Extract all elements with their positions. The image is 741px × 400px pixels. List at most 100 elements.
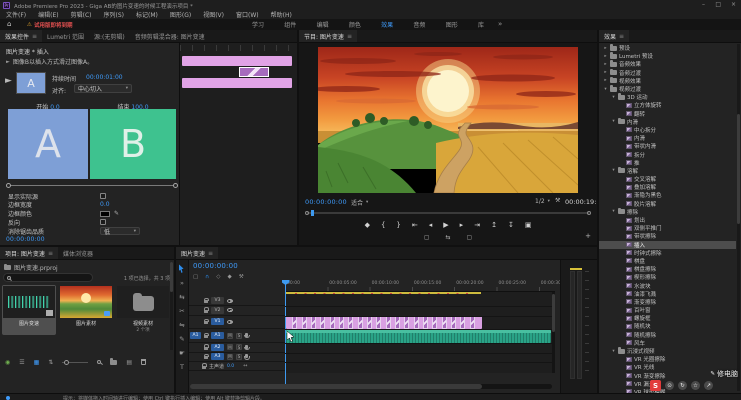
master-gain-value[interactable]: 0.0 (227, 364, 234, 369)
track-output-icon[interactable] (227, 320, 233, 324)
transition-clip-b-bar[interactable] (182, 78, 292, 88)
property-checkbox[interactable] (100, 219, 106, 225)
linked-selection-icon[interactable]: ◇ (216, 274, 220, 280)
program-current-timecode[interactable]: 00:00:00:00 (305, 198, 347, 206)
effects-folder-3D 运动[interactable]: ▾3D 运动 (599, 93, 736, 101)
effect-item-立方体旋转[interactable]: 立方体旋转 (599, 101, 736, 109)
eyedropper-icon[interactable]: ✎ (114, 210, 119, 217)
transition-box-a[interactable]: A (8, 109, 88, 179)
project-tab-0[interactable]: 项目: 图片变速≡ (0, 247, 58, 259)
video-track-header-V3[interactable]: V3 (189, 296, 285, 306)
twirl-icon[interactable]: ▾ (611, 168, 616, 173)
extract-icon[interactable]: ↧ (508, 221, 514, 229)
selection-tool[interactable] (179, 264, 186, 273)
mark-in-icon[interactable]: { (381, 221, 385, 229)
transition-preview-thumb[interactable]: A (16, 72, 46, 94)
effects-folder-视频效果[interactable]: ▸视频效果 (599, 77, 736, 85)
solo-button[interactable]: S (236, 344, 242, 350)
timeline-transition-block[interactable] (395, 316, 400, 329)
effects-tab-0[interactable]: 效果≡ (599, 30, 629, 42)
timeline-tab-0[interactable]: 图片变速≡ (176, 247, 218, 259)
track-lock-icon[interactable] (204, 310, 208, 313)
mute-button[interactable]: M (227, 344, 233, 350)
twirl-icon[interactable]: ▸ (603, 46, 608, 51)
source-patch[interactable] (190, 318, 201, 325)
menu-item-2[interactable]: 剪辑(C) (65, 10, 98, 19)
timeline-transition-block[interactable] (311, 316, 316, 329)
mute-button[interactable]: M (227, 333, 233, 339)
workspace-tab-学习[interactable]: 学习 (252, 20, 264, 29)
timeline-settings-icon[interactable]: ⚒ (239, 274, 244, 280)
effect-controls-tab-0[interactable]: 效果控件≡ (0, 30, 42, 42)
timeline-hscrollbar[interactable] (190, 384, 552, 389)
twirl-icon[interactable]: ▸ (603, 54, 608, 59)
close-button[interactable]: × (731, 1, 736, 8)
timeline-transition-block[interactable] (367, 316, 372, 329)
effects-folder-Lumetri 预设[interactable]: ▸Lumetri 预设 (599, 52, 736, 60)
twirl-icon[interactable]: ▾ (611, 119, 616, 124)
step-forward-icon[interactable]: ▸ (460, 221, 464, 229)
add-marker-icon[interactable]: ◆ (365, 221, 370, 229)
comparison-view-icon[interactable]: ▢ (424, 234, 430, 241)
timeline-vscrollbar[interactable] (552, 292, 556, 373)
search-icon[interactable] (97, 360, 101, 364)
effect-item-棋盘[interactable]: 棋盘 (599, 257, 736, 265)
timeline-transition-block[interactable] (432, 316, 437, 329)
property-value[interactable]: 0.0 (100, 201, 110, 208)
zoom-level-select[interactable]: 适合 ▾ (351, 198, 368, 207)
project-tab-1[interactable]: 媒体浏览器 (58, 247, 98, 259)
panel-menu-icon[interactable]: ≡ (32, 33, 37, 40)
project-scrollbar[interactable] (170, 262, 173, 350)
effect-item-拆分[interactable]: 拆分 (599, 150, 736, 158)
menu-item-1[interactable]: 编辑(E) (32, 10, 64, 19)
panel-menu-icon[interactable]: ≡ (347, 33, 352, 40)
playback-resolution-select[interactable]: 1/2 ▾ (535, 198, 550, 205)
effect-item-百叶窗[interactable]: 百叶窗 (599, 306, 736, 314)
export-frame-icon[interactable]: ▣ (525, 221, 532, 229)
scrub-handle-left[interactable] (305, 211, 309, 215)
type-tool[interactable]: T (180, 363, 184, 371)
voiceover-record-icon[interactable] (245, 333, 248, 337)
duration-value[interactable]: 00:00:01:00 (86, 74, 123, 81)
home-icon[interactable]: ⌂ (7, 20, 11, 28)
transition-range-slider[interactable] (8, 183, 176, 188)
effect-item-螺旋框[interactable]: 螺旋框 (599, 314, 736, 322)
menu-item-6[interactable]: 视图(V) (197, 10, 230, 19)
workspace-tab-颜色[interactable]: 颜色 (349, 20, 361, 29)
effect-controls-tab-1[interactable]: Lumetri 范围 (42, 30, 89, 42)
mini-ruler[interactable] (180, 45, 297, 51)
scrollbar-thumb[interactable] (170, 262, 173, 292)
effects-folder-溶解[interactable]: ▾溶解 (599, 167, 736, 175)
workspace-tab-音频[interactable]: 音频 (413, 20, 425, 29)
program-tab-0[interactable]: 节目: 图片变速≡ (299, 30, 357, 42)
menu-item-7[interactable]: 窗口(W) (230, 10, 265, 19)
pen-tool[interactable]: ✎ (179, 335, 184, 343)
add-marker-icon[interactable]: ◆ (227, 274, 231, 280)
menu-item-0[interactable]: 文件(F) (0, 10, 32, 19)
effects-folder-预设[interactable]: ▸预设 (599, 44, 736, 52)
ripple-edit-tool[interactable]: ⇆ (179, 293, 184, 301)
go-to-out-icon[interactable]: ⇥ (474, 221, 480, 229)
effect-item-随机块[interactable]: 随机块 (599, 322, 736, 330)
timeline-transition-block[interactable] (451, 316, 456, 329)
timeline-transition-block[interactable] (358, 316, 363, 329)
panel-menu-icon[interactable]: ≡ (48, 250, 53, 257)
program-playhead-marker[interactable] (311, 210, 314, 216)
delete-icon[interactable] (141, 359, 146, 365)
video-clip-strip[interactable] (286, 316, 482, 329)
list-view-icon[interactable]: ☰ (19, 359, 24, 366)
solo-button[interactable]: S (236, 333, 242, 339)
transition-box-b[interactable]: B (90, 109, 176, 179)
property-select[interactable]: 低▾ (100, 227, 140, 235)
twirl-icon[interactable]: ▾ (611, 209, 616, 214)
workspace-tab-效果[interactable]: 效果 (381, 20, 393, 29)
timeline-transition-block[interactable] (292, 316, 297, 329)
effects-folder-音频过渡[interactable]: ▸音频过渡 (599, 69, 736, 77)
proxy-toggle-icon[interactable]: ▢ (467, 234, 473, 241)
effect-item-胶片溶解[interactable]: 胶片溶解 (599, 200, 736, 208)
menu-item-5[interactable]: 图形(G) (164, 10, 197, 19)
go-to-in-icon[interactable]: ⇤ (412, 221, 418, 229)
sort-icon[interactable]: ⇅ (48, 359, 53, 366)
hand-tool[interactable]: ☛ (179, 349, 185, 357)
track-target-button[interactable]: V3 (211, 297, 224, 304)
